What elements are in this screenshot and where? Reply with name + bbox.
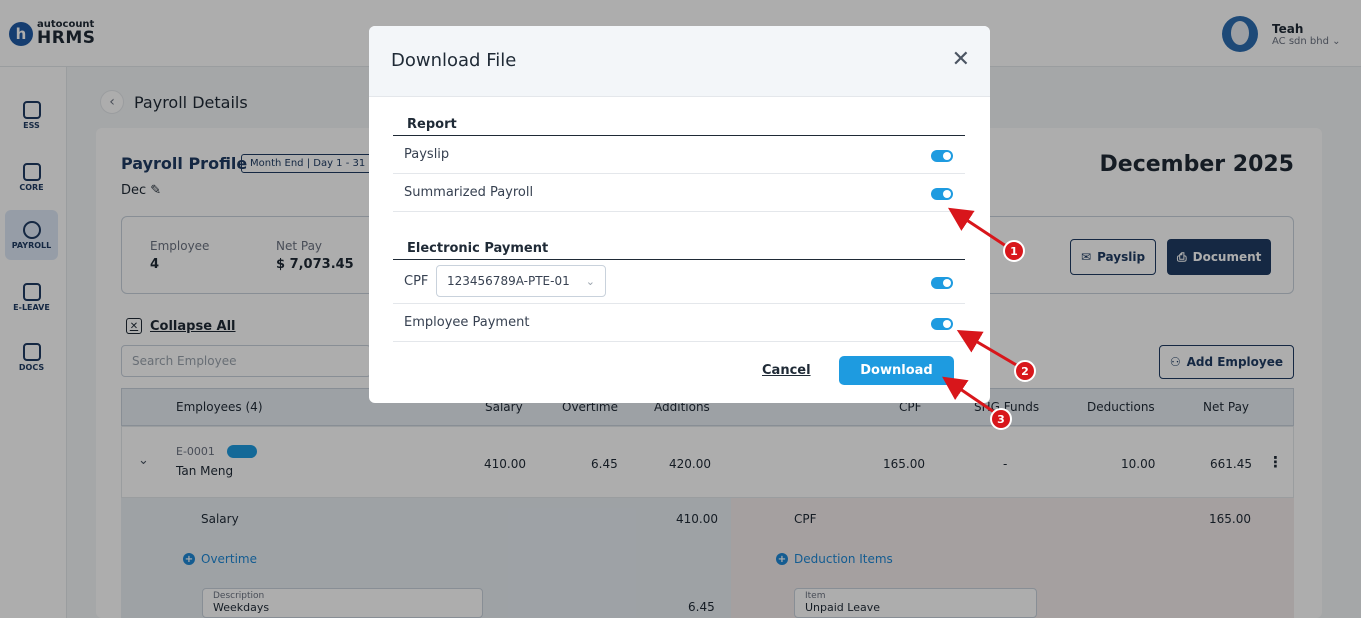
summarized-payroll-toggle[interactable] bbox=[931, 188, 953, 200]
payslip-option: Payslip bbox=[393, 136, 965, 174]
annotation-marker-3: 3 bbox=[990, 408, 1012, 430]
employee-payment-option: Employee Payment bbox=[393, 304, 965, 342]
option-label: Payslip bbox=[404, 147, 450, 162]
electronic-payment-section-title: Electronic Payment bbox=[407, 241, 549, 256]
option-label: Summarized Payroll bbox=[404, 185, 534, 200]
chevron-down-icon: ⌄ bbox=[585, 274, 595, 288]
option-label: CPF bbox=[404, 274, 429, 289]
close-icon[interactable]: ✕ bbox=[952, 49, 970, 71]
download-file-dialog: Download File ✕ Report Payslip Summarize… bbox=[369, 26, 990, 403]
cpf-select-value: 123456789A-PTE-01 bbox=[447, 274, 570, 288]
report-section-title: Report bbox=[407, 117, 457, 132]
cpf-toggle[interactable] bbox=[931, 277, 953, 289]
payslip-toggle[interactable] bbox=[931, 150, 953, 162]
option-label: Employee Payment bbox=[404, 315, 530, 330]
dialog-title: Download File bbox=[391, 50, 517, 71]
annotation-marker-1: 1 bbox=[1003, 240, 1025, 262]
dialog-header: Download File ✕ bbox=[369, 26, 990, 97]
cancel-button[interactable]: Cancel bbox=[762, 363, 811, 378]
annotation-marker-2: 2 bbox=[1014, 360, 1036, 382]
employee-payment-toggle[interactable] bbox=[931, 318, 953, 330]
summarized-payroll-option: Summarized Payroll bbox=[393, 174, 965, 212]
download-button[interactable]: Download bbox=[839, 356, 954, 385]
cpf-select[interactable]: 123456789A-PTE-01 ⌄ bbox=[436, 265, 606, 297]
cpf-option: CPF 123456789A-PTE-01 ⌄ bbox=[393, 260, 965, 304]
